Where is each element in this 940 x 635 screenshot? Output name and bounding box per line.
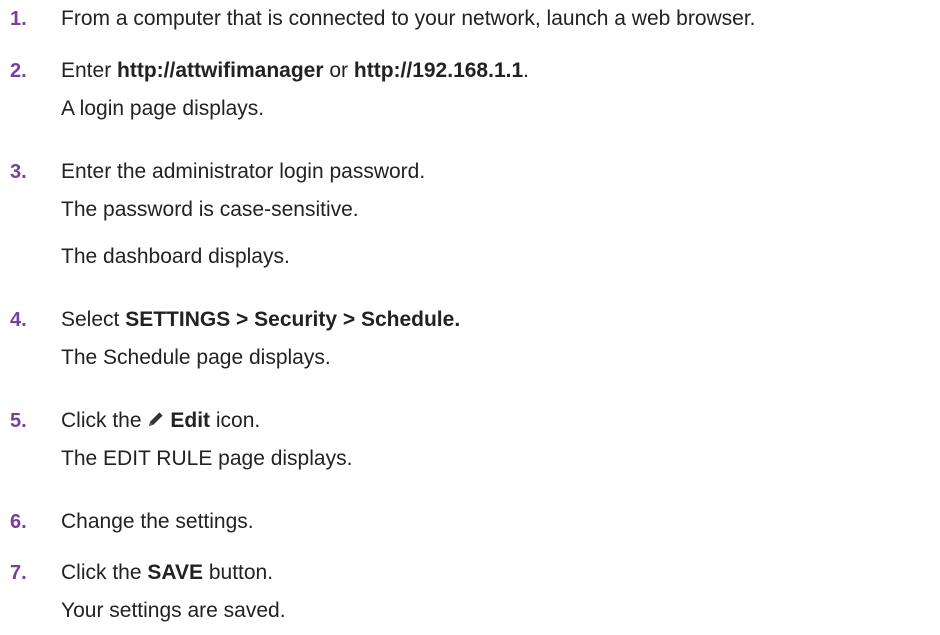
step-number: 6. — [10, 511, 27, 533]
step-instruction: Enter the administrator login password. — [61, 160, 426, 183]
step-result: The dashboard displays. — [61, 245, 290, 268]
step-number: 3. — [10, 161, 27, 183]
step-instruction: Change the settings. — [61, 510, 254, 533]
step-result: The Schedule page displays. — [61, 346, 331, 369]
instruction-text: button. — [203, 561, 274, 584]
step-number: 1. — [10, 8, 27, 30]
instruction-text: icon. — [210, 409, 261, 432]
step-number: 5. — [10, 410, 27, 432]
pencil-icon — [147, 410, 165, 428]
step-number: 2. — [10, 60, 27, 82]
instruction-text: . — [523, 59, 529, 82]
url-attwifimanager: http://attwifimanager — [117, 59, 324, 82]
step-note: The password is case-sensitive. — [61, 198, 359, 221]
step-result: Your settings are saved. — [61, 599, 286, 622]
url-ip-address: http://192.168.1.1 — [353, 59, 524, 82]
step-instruction: Click the Edit icon. — [61, 408, 260, 434]
step-instruction: Click the SAVE button. — [61, 560, 273, 586]
step-number: 4. — [10, 309, 27, 331]
step-instruction: Select SETTINGS > Security > Schedule. — [61, 307, 460, 333]
instruction-text: or — [323, 59, 354, 82]
step-number: 7. — [10, 562, 27, 584]
menu-path: SETTINGS > Security > Schedule. — [125, 308, 461, 331]
step-instruction: From a computer that is connected to you… — [61, 7, 756, 30]
instruction-text: Click the — [61, 561, 148, 584]
instruction-text: Enter — [61, 59, 118, 82]
instruction-text: Click the — [61, 409, 148, 432]
step-instruction: Enter http://attwifimanager or http://19… — [61, 58, 529, 84]
instruction-text: Select — [61, 308, 126, 331]
step-result: A login page displays. — [61, 97, 265, 120]
step-result: The EDIT RULE page displays. — [61, 447, 353, 470]
edit-label: Edit — [170, 409, 211, 432]
save-label: SAVE — [147, 561, 203, 584]
